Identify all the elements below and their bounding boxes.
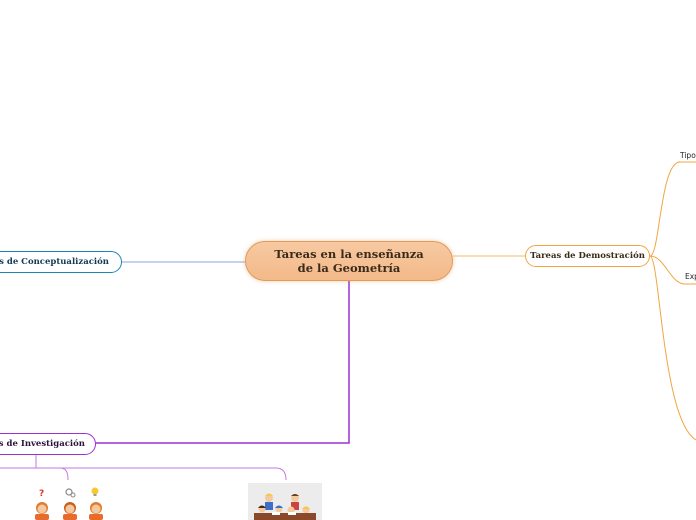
children-thinking-illustration[interactable]: ? — [28, 486, 110, 520]
leaf-exp[interactable]: Exp — [685, 272, 696, 281]
connector-central-investigacion — [96, 281, 350, 444]
central-topic-label: Tareas en la enseñanza de la Geometría — [274, 247, 424, 275]
branch-label: reas de Conceptualización — [0, 257, 109, 267]
classroom-illustration[interactable] — [248, 483, 322, 520]
branch-tareas-investigacion[interactable]: reas de Investigación — [0, 433, 96, 455]
leaf-tipos[interactable]: Tipo — [680, 151, 696, 160]
connector-demostracion-tipos — [649, 161, 696, 257]
branch-label: reas de Investigación — [0, 439, 85, 449]
central-topic[interactable]: Tareas en la enseñanza de la Geometría — [245, 241, 453, 281]
branch-label: Tareas de Demostración — [530, 251, 645, 261]
branch-tareas-conceptualizacion[interactable]: reas de Conceptualización — [0, 251, 122, 273]
branch-tareas-demostracion[interactable]: Tareas de Demostración — [525, 245, 650, 267]
svg-text:?: ? — [39, 489, 44, 499]
connector-investigacion-classroom — [36, 467, 287, 481]
